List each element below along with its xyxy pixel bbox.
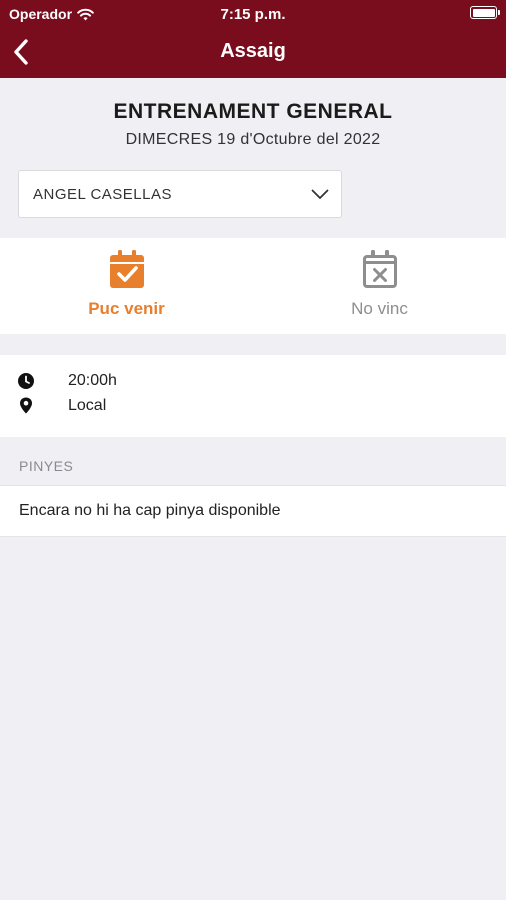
event-title: ENTRENAMENT GENERAL [113,100,393,123]
pinyes-empty-message: Encara no hi ha cap pinya disponible [0,485,506,537]
calendar-x-icon [362,250,397,288]
event-details: 20:00h Local [0,355,506,437]
status-time: 7:15 p.m. [220,6,286,23]
calendar-check-icon [109,250,144,288]
page-title: Assaig [220,40,286,62]
event-location: Local [68,396,107,414]
event-header: ENTRENAMENT GENERAL DIMECRES 19 d'Octubr… [0,100,506,149]
event-time: 20:00h [68,372,117,389]
time-row: 20:00h [18,372,117,389]
attendance-selector: Puc venir No vinc [0,238,506,334]
status-bar: Operador 7:15 p.m. [0,0,506,28]
location-pin-icon [20,397,32,414]
attend-yes-label: Puc venir [88,299,165,318]
pinyes-section-label: PINYES [19,458,74,474]
attend-no-button[interactable]: No vinc [253,238,506,334]
chevron-down-icon [311,189,329,199]
member-select-value: ANGEL CASELLAS [33,185,173,203]
event-date: DIMECRES 19 d'Octubre del 2022 [125,131,381,148]
location-row: Local [18,397,106,414]
top-bar: Operador 7:15 p.m. Assaig [0,0,506,78]
attend-yes-button[interactable]: Puc venir [0,238,253,334]
clock-icon [18,373,34,389]
member-select[interactable]: ANGEL CASELLAS [18,170,342,218]
battery-icon [470,6,500,19]
attend-no-label: No vinc [351,299,408,318]
